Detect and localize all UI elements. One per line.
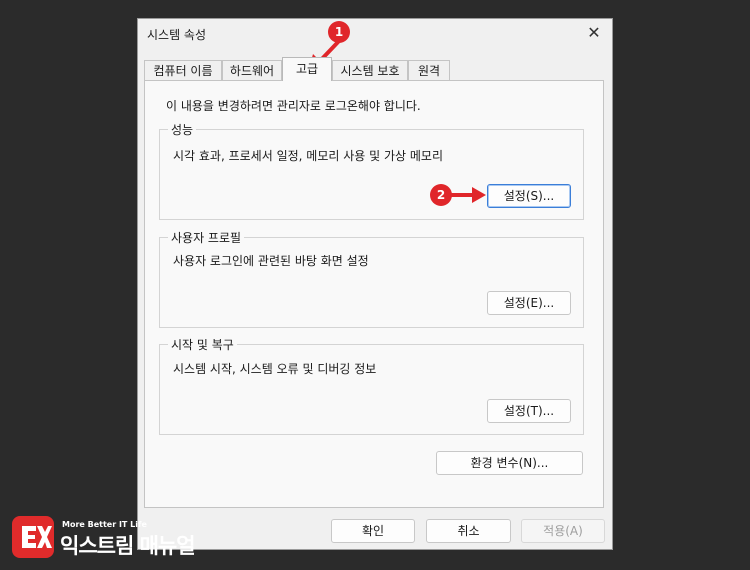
startup-recovery-description: 시스템 시작, 시스템 오류 및 디버깅 정보	[173, 362, 377, 376]
performance-settings-button[interactable]: 설정(S)...	[487, 184, 571, 208]
performance-description: 시각 효과, 프로세서 일정, 메모리 사용 및 가상 메모리	[173, 149, 443, 163]
tab-hardware[interactable]: 하드웨어	[222, 60, 282, 80]
startup-recovery-group: 시작 및 복구 시스템 시작, 시스템 오류 및 디버깅 정보 설정(T)...	[159, 336, 584, 435]
user-profiles-group: 사용자 프로필 사용자 로그인에 관련된 바탕 화면 설정 설정(E)...	[159, 229, 584, 328]
ok-button[interactable]: 확인	[331, 519, 415, 543]
environment-variables-button[interactable]: 환경 변수(N)...	[436, 451, 583, 475]
performance-group: 성능 시각 효과, 프로세서 일정, 메모리 사용 및 가상 메모리 설정(S)…	[159, 121, 584, 220]
user-profiles-description: 사용자 로그인에 관련된 바탕 화면 설정	[173, 254, 369, 268]
close-icon[interactable]: ✕	[584, 23, 604, 43]
step-2-badge: 2	[430, 184, 452, 206]
cancel-button[interactable]: 취소	[426, 519, 511, 543]
tab-computer-name[interactable]: 컴퓨터 이름	[144, 60, 222, 80]
performance-title: 성능	[168, 121, 197, 138]
tab-remote[interactable]: 원격	[408, 60, 450, 80]
step-2-arrow-icon	[450, 187, 486, 203]
logo-name: 익스트림 매뉴얼	[60, 534, 196, 558]
admin-notice: 이 내용을 변경하려면 관리자로 로그온해야 합니다.	[166, 99, 421, 113]
advanced-tab-panel: 이 내용을 변경하려면 관리자로 로그온해야 합니다. 성능 시각 효과, 프로…	[144, 80, 604, 508]
startup-recovery-title: 시작 및 복구	[168, 336, 237, 353]
title-bar: 시스템 속성 ✕	[138, 19, 612, 49]
user-profiles-settings-button[interactable]: 설정(E)...	[487, 291, 571, 315]
system-properties-dialog: 시스템 속성 ✕ 컴퓨터 이름 하드웨어 고급 시스템 보호 원격 이 내용을 …	[137, 18, 613, 550]
window-title: 시스템 속성	[147, 28, 207, 42]
tab-advanced[interactable]: 고급	[282, 57, 332, 81]
startup-recovery-settings-button[interactable]: 설정(T)...	[487, 399, 571, 423]
logo-tagline: More Better IT Life	[62, 520, 147, 529]
apply-button[interactable]: 적용(A)	[521, 519, 605, 543]
logo-mark-icon	[12, 516, 54, 558]
user-profiles-title: 사용자 프로필	[168, 229, 245, 246]
